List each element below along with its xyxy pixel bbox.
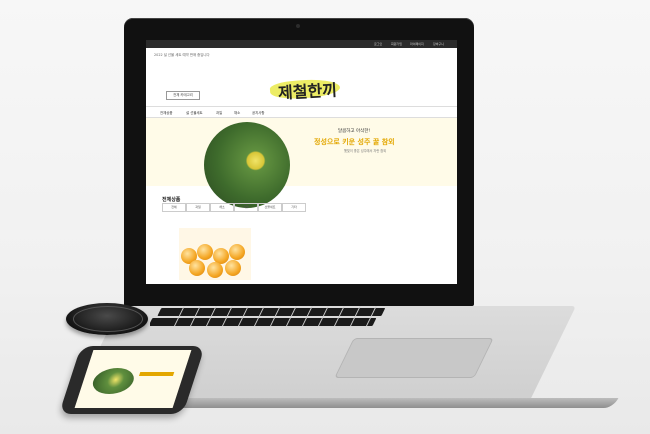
- tab[interactable]: 기타: [282, 203, 306, 212]
- tab[interactable]: 채소: [210, 203, 234, 212]
- nav-item[interactable]: 채소: [234, 110, 240, 115]
- lens-cap-ring: [73, 306, 143, 332]
- banner-photo: [204, 122, 290, 208]
- banner-subtitle: 달콤하고 아삭한!: [338, 129, 371, 134]
- topbar-link[interactable]: 마이페이지: [410, 42, 424, 46]
- nav-item[interactable]: 설 선물세트: [186, 110, 203, 115]
- nav-item[interactable]: 과일: [216, 110, 222, 115]
- notice-text: 2022 설 선물 세트 예약 판매 중입니다: [154, 53, 210, 57]
- hero-banner[interactable]: [146, 118, 457, 186]
- nav-item[interactable]: 전체상품: [160, 110, 172, 115]
- tab[interactable]: 전체: [162, 203, 186, 212]
- site-topbar: 로그인 회원가입 마이페이지 장바구니: [146, 40, 457, 48]
- smartphone-screen: [74, 350, 192, 408]
- tab[interactable]: 과일: [186, 203, 210, 212]
- laptop-screen: 로그인 회원가입 마이페이지 장바구니 2022 설 선물 세트 예약 판매 중…: [146, 40, 457, 284]
- topbar-link[interactable]: 장바구니: [433, 42, 444, 46]
- trackpad: [334, 338, 494, 378]
- site-logo[interactable]: 제철한끼: [277, 76, 338, 103]
- tab[interactable]: 선물세트: [258, 203, 282, 212]
- product-thumbnail[interactable]: [179, 228, 251, 280]
- banner-title: 정성으로 키운 성주 꿀 참외: [314, 138, 395, 146]
- tab[interactable]: 곡물: [234, 203, 258, 212]
- category-button[interactable]: 전체 카테고리: [166, 91, 200, 100]
- section-title: 전체상품: [162, 197, 181, 203]
- nav-item[interactable]: 공지사항: [252, 110, 264, 115]
- camera-icon: [296, 24, 300, 28]
- category-tabs: 전체 과일 채소 곡물 선물세트 기타: [162, 203, 402, 212]
- topbar-link[interactable]: 회원가입: [391, 42, 402, 46]
- topbar-link[interactable]: 로그인: [374, 42, 382, 46]
- banner-desc: 햇빛이 좋은 성주에서 자란 참외: [344, 149, 387, 153]
- main-nav: 전체상품 설 선물세트 과일 채소 공지사항: [146, 106, 457, 118]
